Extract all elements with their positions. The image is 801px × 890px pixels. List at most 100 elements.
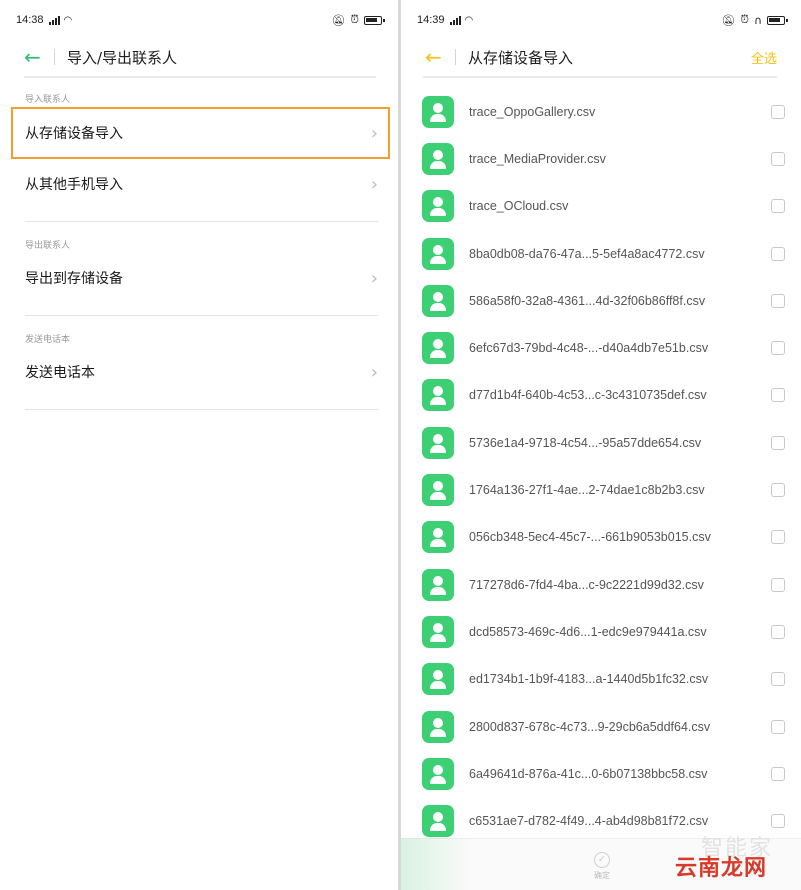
export-to-storage-row[interactable]: 导出到存储设备 › [0, 253, 398, 303]
contact-icon [422, 474, 454, 507]
file-row[interactable]: 717278d6-7fd4-4ba...c-9c2221d99d32.csv [401, 561, 801, 608]
status-time: 14:38 [16, 14, 44, 26]
select-all-button[interactable]: 全选 [751, 48, 777, 67]
mute-icon: 🔕︎ [331, 13, 346, 27]
file-name: dcd58573-469c-4d6...1-edc9e979441a.csv [469, 624, 707, 639]
file-name: 8ba0db08-da76-47a...5-5ef4a8ac4772.csv [469, 246, 705, 261]
bottom-bar-accent [401, 838, 471, 890]
contact-icon [422, 332, 454, 365]
file-checkbox[interactable] [771, 104, 785, 119]
file-row[interactable]: 1764a136-27f1-4ae...2-74dae1c8b2b3.csv [401, 466, 801, 513]
contact-icon [422, 805, 454, 838]
nav-divider [423, 76, 777, 78]
alarm-icon: ⏰︎ [740, 13, 749, 26]
contact-icon [422, 663, 454, 696]
file-row[interactable]: 8ba0db08-da76-47a...5-5ef4a8ac4772.csv [401, 230, 801, 277]
file-row[interactable]: trace_OppoGallery.csv [401, 88, 801, 135]
file-checkbox[interactable] [771, 530, 785, 545]
file-name: 2800d837-678c-4c73...9-29cb6a5ddf64.csv [469, 719, 711, 734]
contact-icon [422, 237, 454, 270]
contact-icon [422, 521, 454, 554]
status-time: 14:39 [417, 14, 445, 26]
page-title: 从存储设备导入 [468, 48, 574, 67]
status-bar: 14:38 ◠ 🔕︎ ⏰︎ [0, 0, 398, 40]
section-header-import: 导入联系人 [25, 95, 71, 105]
file-row[interactable]: dcd58573-469c-4d6...1-edc9e979441a.csv [401, 608, 801, 655]
file-row[interactable]: trace_OCloud.csv [401, 183, 801, 230]
watermark-bottom: 云南龙网 [674, 856, 767, 881]
file-checkbox[interactable] [771, 151, 785, 166]
contact-icon [422, 568, 454, 601]
file-checkbox[interactable] [771, 766, 785, 781]
alarm-icon: ⏰︎ [350, 13, 359, 26]
file-checkbox[interactable] [771, 483, 785, 498]
send-contacts-row[interactable]: 发送电话本 › [0, 347, 398, 397]
import-from-storage-row[interactable]: 从存储设备导入 › [11, 107, 390, 159]
back-arrow-icon[interactable]: ← [425, 47, 447, 67]
file-name: 1764a136-27f1-4ae...2-74dae1c8b2b3.csv [469, 483, 705, 498]
file-checkbox[interactable] [771, 246, 785, 261]
file-list: trace_OppoGallery.csv trace_MediaProvider… [401, 88, 801, 845]
file-name: 056cb348-5ec4-45c7-...-661b9053b015.csv [469, 530, 711, 545]
wifi-icon: ◠ [63, 14, 73, 26]
file-row[interactable]: trace_MediaProvider.csv [401, 135, 801, 182]
import-from-phone-row[interactable]: 从其他手机导入 › [0, 159, 398, 209]
file-checkbox[interactable] [771, 341, 785, 356]
file-name: 5736e1a4-9718-4c54...-95a57dde654.csv [469, 435, 702, 450]
import-from-storage-label: 从存储设备导入 [25, 126, 123, 142]
chevron-right-icon: › [370, 267, 378, 289]
file-checkbox[interactable] [771, 199, 785, 214]
status-bar: 14:39 ◠ 🔕︎ ⏰︎ ∩ [401, 0, 801, 40]
signal-icon [48, 15, 60, 25]
file-row[interactable]: 2800d837-678c-4c73...9-29cb6a5ddf64.csv [401, 703, 801, 750]
battery-icon [767, 15, 788, 25]
confirm-button[interactable]: ✓ 确定 [587, 847, 617, 881]
contact-icon [422, 379, 454, 412]
file-row[interactable]: 056cb348-5ec4-45c7-...-661b9053b015.csv [401, 514, 801, 561]
file-checkbox[interactable] [771, 624, 785, 639]
file-name: c6531ae7-d782-4f49...4-ab4d98b81f72.csv [469, 814, 709, 829]
file-row[interactable]: 5736e1a4-9718-4c54...-95a57dde654.csv [401, 419, 801, 466]
file-checkbox[interactable] [771, 719, 785, 734]
file-row[interactable]: 6a49641d-876a-41c...0-6b07138bbc58.csv [401, 750, 801, 797]
chevron-right-icon: › [370, 122, 378, 144]
file-checkbox[interactable] [771, 293, 785, 308]
file-checkbox[interactable] [771, 814, 785, 829]
import-from-phone-label: 从其他手机导入 [25, 177, 123, 193]
right-screen: 14:39 ◠ 🔕︎ ⏰︎ ∩ ← 从存储设备导入 全选 trace_OppoG… [401, 0, 801, 890]
chevron-right-icon: › [370, 361, 378, 383]
page-title: 导入/导出联系人 [67, 48, 178, 67]
file-name: 6a49641d-876a-41c...0-6b07138bbc58.csv [469, 766, 708, 781]
back-arrow-icon[interactable]: ← [24, 47, 46, 67]
nav-bar: ← 导入/导出联系人 [0, 40, 398, 78]
file-checkbox[interactable] [771, 577, 785, 592]
nav-separator [54, 49, 55, 65]
file-row[interactable]: ed1734b1-1b9f-4183...a-1440d5b1fc32.csv [401, 656, 801, 703]
send-contacts-label: 发送电话本 [25, 365, 95, 381]
export-to-storage-label: 导出到存储设备 [25, 271, 123, 287]
file-row[interactable]: d77d1b4f-640b-4c53...c-3c4310735def.csv [401, 372, 801, 419]
file-name: 717278d6-7fd4-4ba...c-9c2221d99d32.csv [469, 577, 704, 592]
contact-icon [422, 190, 454, 223]
mute-icon: 🔕︎ [721, 13, 736, 27]
nav-divider [24, 76, 376, 78]
file-row[interactable]: 6efc67d3-79bd-4c48-...-d40a4db7e51b.csv [401, 324, 801, 371]
headphones-icon: ∩ [753, 13, 762, 27]
file-row[interactable]: 586a58f0-32a8-4361...4d-32f06b86ff8f.csv [401, 277, 801, 324]
file-checkbox[interactable] [771, 388, 785, 403]
contact-icon [422, 757, 454, 790]
wifi-icon: ◠ [464, 14, 474, 26]
nav-bar: ← 从存储设备导入 全选 [401, 40, 801, 78]
file-checkbox[interactable] [771, 672, 785, 687]
file-checkbox[interactable] [771, 435, 785, 450]
file-name: trace_MediaProvider.csv [469, 151, 606, 166]
contact-icon [422, 426, 454, 459]
file-name: 586a58f0-32a8-4361...4d-32f06b86ff8f.csv [469, 293, 706, 308]
contact-icon [422, 142, 454, 175]
contact-icon [422, 95, 454, 128]
contact-icon [422, 710, 454, 743]
nav-separator [455, 49, 456, 65]
file-name: trace_OppoGallery.csv [469, 104, 596, 119]
file-name: 6efc67d3-79bd-4c48-...-d40a4db7e51b.csv [469, 341, 709, 356]
contact-icon [422, 284, 454, 317]
